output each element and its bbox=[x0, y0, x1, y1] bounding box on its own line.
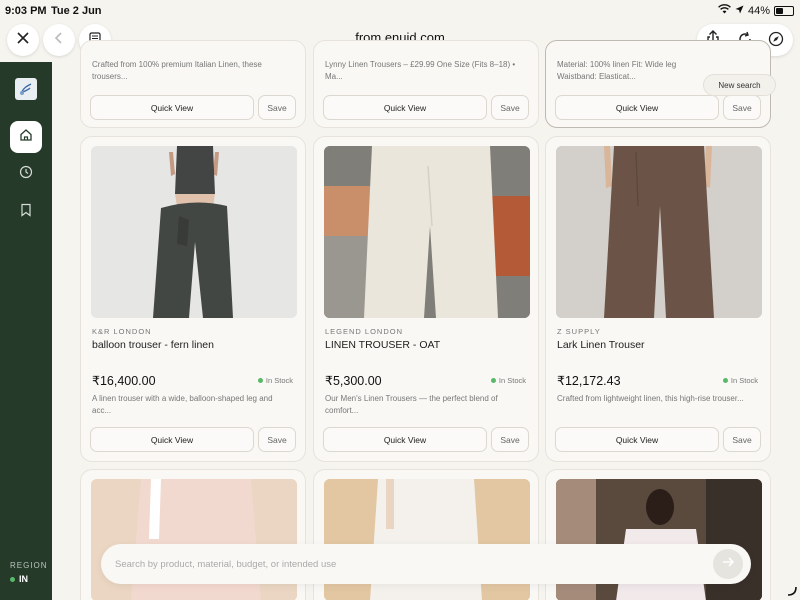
home-icon bbox=[19, 128, 33, 147]
quick-view-button[interactable]: Quick View bbox=[555, 427, 719, 452]
quick-view-button[interactable]: Quick View bbox=[90, 95, 254, 120]
product-card: Z SUPPLY Lark Linen Trouser ₹12,172.43 I… bbox=[545, 136, 771, 462]
product-description: Crafted from 100% premium Italian Linen,… bbox=[92, 60, 262, 81]
save-button[interactable]: Save bbox=[491, 95, 529, 120]
region-value[interactable]: IN bbox=[10, 574, 28, 584]
product-description: Crafted from lightweight linen, this hig… bbox=[557, 394, 744, 403]
product-card: LEGEND LONDON LINEN TROUSER - OAT ₹5,300… bbox=[313, 136, 539, 462]
region-code: IN bbox=[19, 574, 28, 584]
wifi-icon bbox=[718, 4, 731, 17]
product-price: ₹12,172.43 bbox=[557, 374, 621, 388]
stock-label: In Stock bbox=[498, 376, 526, 385]
product-card: K&R LONDON balloon trouser - fern linen … bbox=[80, 136, 306, 462]
region-label: REGION bbox=[10, 561, 48, 570]
product-card: Lynny Linen Trousers – £29.99 One Size (… bbox=[313, 40, 539, 128]
region-status-dot bbox=[10, 576, 15, 582]
stock-dot bbox=[257, 378, 263, 383]
product-description: A linen trouser with a wide, balloon-sha… bbox=[92, 394, 273, 415]
search-bar bbox=[101, 544, 751, 584]
clock-icon bbox=[19, 165, 33, 184]
product-image[interactable] bbox=[556, 146, 762, 318]
product-price: ₹5,300.00 bbox=[325, 374, 382, 388]
battery-percent: 44% bbox=[747, 4, 770, 17]
status-date: Tue 2 Jun bbox=[51, 5, 102, 17]
stock-dot bbox=[490, 378, 496, 383]
product-brand: LEGEND LONDON bbox=[325, 327, 404, 336]
location-icon bbox=[735, 5, 744, 17]
stock-status: In Stock bbox=[257, 376, 293, 385]
save-button[interactable]: Save bbox=[258, 427, 296, 452]
status-time: 9:03 PM bbox=[5, 5, 47, 17]
product-image[interactable] bbox=[324, 146, 530, 318]
sidebar-item-history[interactable] bbox=[10, 158, 42, 190]
send-button[interactable] bbox=[713, 549, 743, 579]
save-button[interactable]: Save bbox=[258, 95, 296, 120]
resize-handle-icon[interactable] bbox=[786, 584, 798, 600]
stock-label: In Stock bbox=[730, 376, 758, 385]
sidebar-item-saved[interactable] bbox=[10, 196, 42, 228]
save-button[interactable]: Save bbox=[723, 427, 761, 452]
status-right: 44% bbox=[718, 4, 794, 17]
product-price: ₹16,400.00 bbox=[92, 374, 156, 388]
stock-dot bbox=[722, 378, 728, 383]
product-brand: Z SUPPLY bbox=[557, 327, 601, 336]
product-title[interactable]: Lark Linen Trouser bbox=[557, 339, 645, 351]
save-button[interactable]: Save bbox=[723, 95, 761, 120]
product-image[interactable] bbox=[91, 146, 297, 318]
product-description: Our Men's Linen Trousers — the perfect b… bbox=[325, 394, 498, 415]
product-description: Material: 100% linen Fit: Wide leg Waist… bbox=[557, 60, 677, 81]
product-title[interactable]: LINEN TROUSER - OAT bbox=[325, 339, 440, 351]
save-button[interactable]: Save bbox=[491, 427, 529, 452]
sidebar: REGION IN bbox=[0, 62, 52, 600]
quick-view-button[interactable]: Quick View bbox=[323, 427, 487, 452]
status-bar: 9:03 PM Tue 2 Jun 44% bbox=[0, 0, 800, 22]
stock-label: In Stock bbox=[265, 376, 293, 385]
search-input[interactable] bbox=[115, 555, 695, 573]
product-brand: K&R LONDON bbox=[92, 327, 152, 336]
quick-view-button[interactable]: Quick View bbox=[323, 95, 487, 120]
sidebar-item-home[interactable] bbox=[10, 121, 42, 153]
battery-icon bbox=[774, 5, 794, 16]
new-search-button[interactable]: New search bbox=[703, 74, 776, 96]
product-description: Lynny Linen Trousers – £29.99 One Size (… bbox=[325, 60, 516, 81]
stock-status: In Stock bbox=[722, 376, 758, 385]
arrow-right-icon bbox=[721, 555, 735, 574]
product-card: Crafted from 100% premium Italian Linen,… bbox=[80, 40, 306, 128]
bookmark-icon bbox=[20, 203, 32, 222]
stock-status: In Stock bbox=[490, 376, 526, 385]
app-logo[interactable] bbox=[15, 78, 37, 100]
quick-view-button[interactable]: Quick View bbox=[90, 427, 254, 452]
product-title[interactable]: balloon trouser - fern linen bbox=[92, 339, 214, 351]
quick-view-button[interactable]: Quick View bbox=[555, 95, 719, 120]
